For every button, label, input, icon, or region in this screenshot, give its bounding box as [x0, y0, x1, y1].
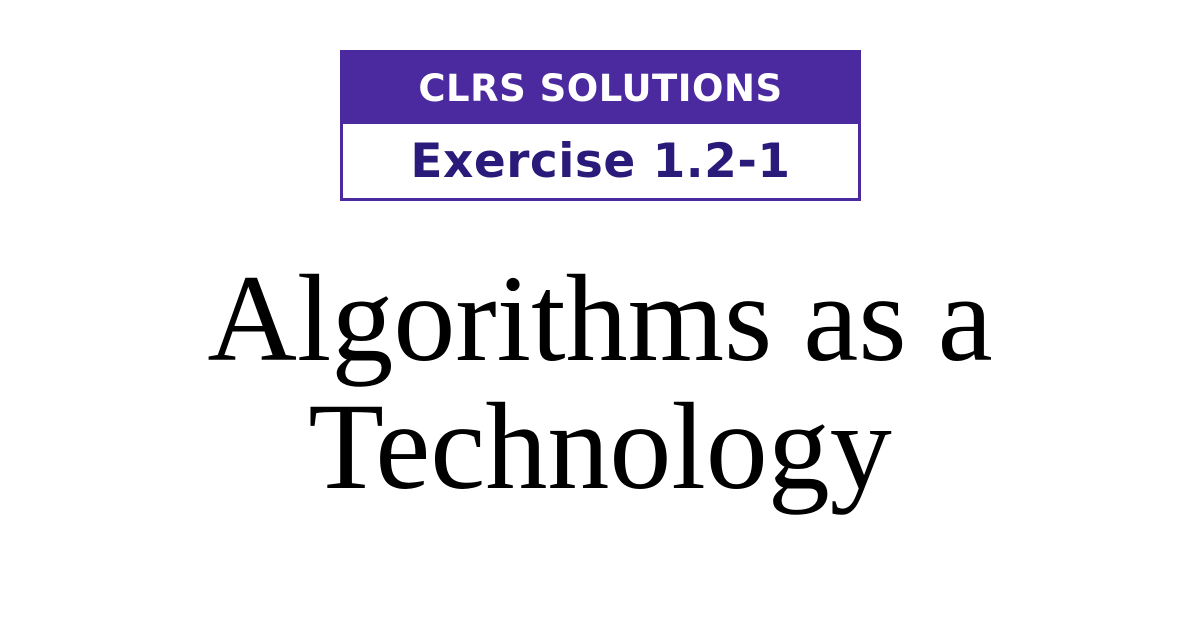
badge-header: CLRS SOLUTIONS [343, 53, 858, 124]
exercise-number-text: Exercise 1.2-1 [410, 133, 791, 189]
page-title-line-1: Algorithms as a [207, 250, 993, 387]
page-title-line-2: Technology [308, 378, 892, 515]
badge-exercise-label: Exercise 1.2-1 [343, 124, 858, 198]
badge-header-text: CLRS SOLUTIONS [418, 67, 783, 110]
clrs-solutions-badge: CLRS SOLUTIONS Exercise 1.2-1 [340, 50, 861, 201]
page-title: Algorithms as a Technology [0, 255, 1200, 511]
